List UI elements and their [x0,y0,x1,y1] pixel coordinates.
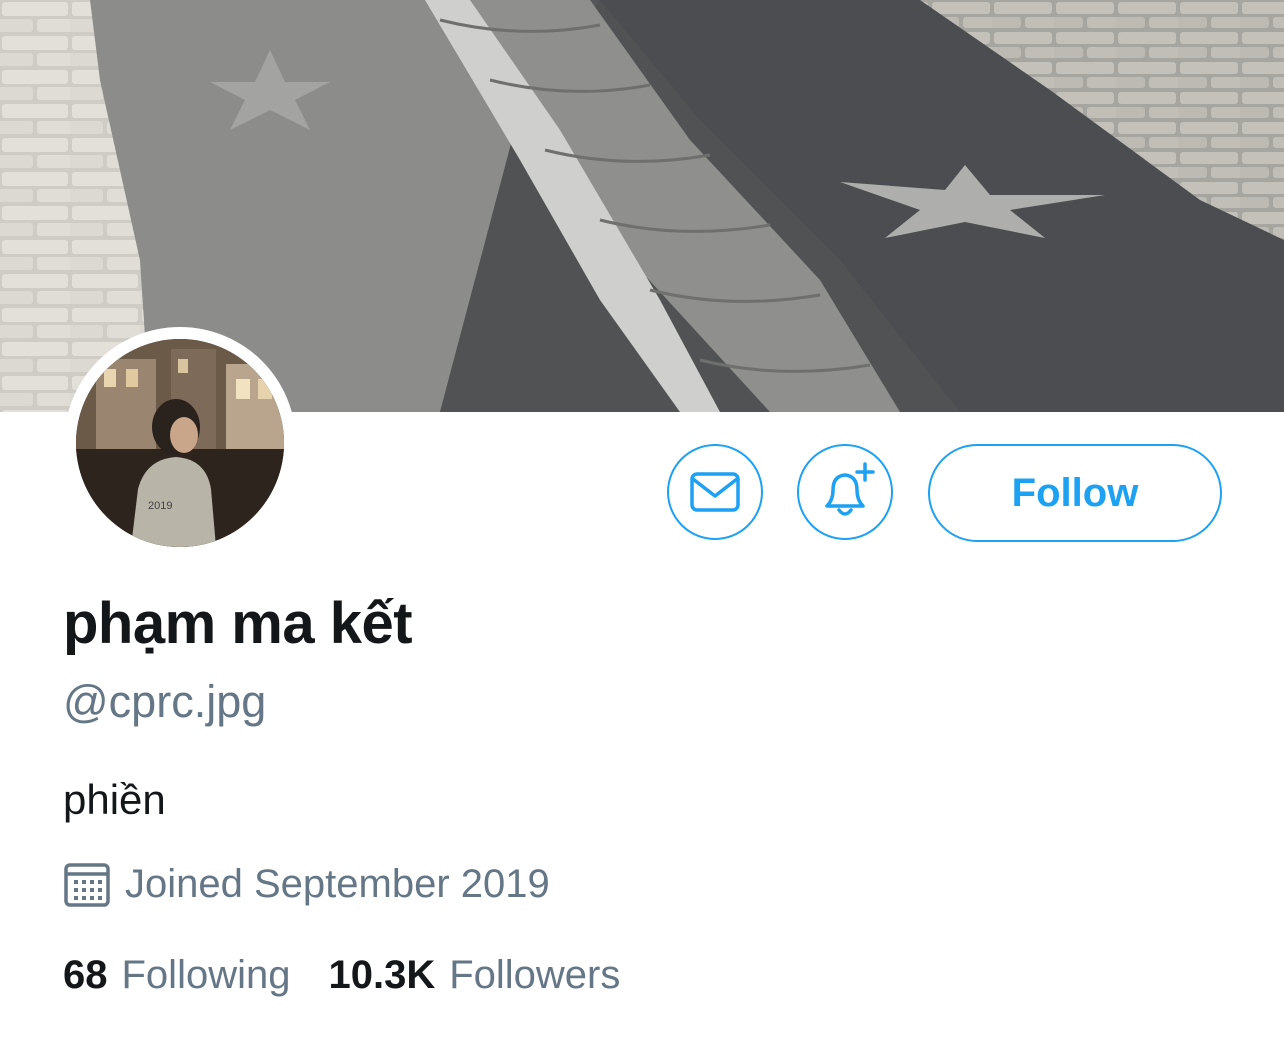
calendar-icon [64,863,110,907]
joined-text: Joined September 2019 [125,861,550,906]
following-link[interactable]: 68 Following [63,953,290,998]
following-label: Following [121,953,291,997]
following-count: 68 [63,953,108,997]
followers-link[interactable]: 10.3K Followers [328,953,620,998]
follow-button[interactable]: Follow [928,444,1222,542]
follow-stats: 68 Following 10.3K Followers [63,953,620,998]
user-bio: phiền [63,776,166,823]
envelope-icon [690,472,740,512]
joined-date: Joined September 2019 [63,860,550,908]
message-button[interactable] [667,444,763,540]
notifications-button[interactable] [797,444,893,540]
avatar-photo: 2019 [76,339,284,547]
display-name: phạm ma kết [63,591,413,656]
user-handle: @cprc.jpg [63,676,267,727]
avatar[interactable]: 2019 [64,327,296,559]
avatar-jacket-text: 2019 [148,500,172,512]
followers-count: 10.3K [328,953,436,997]
bell-plus-icon [825,462,875,516]
followers-label: Followers [449,953,621,997]
